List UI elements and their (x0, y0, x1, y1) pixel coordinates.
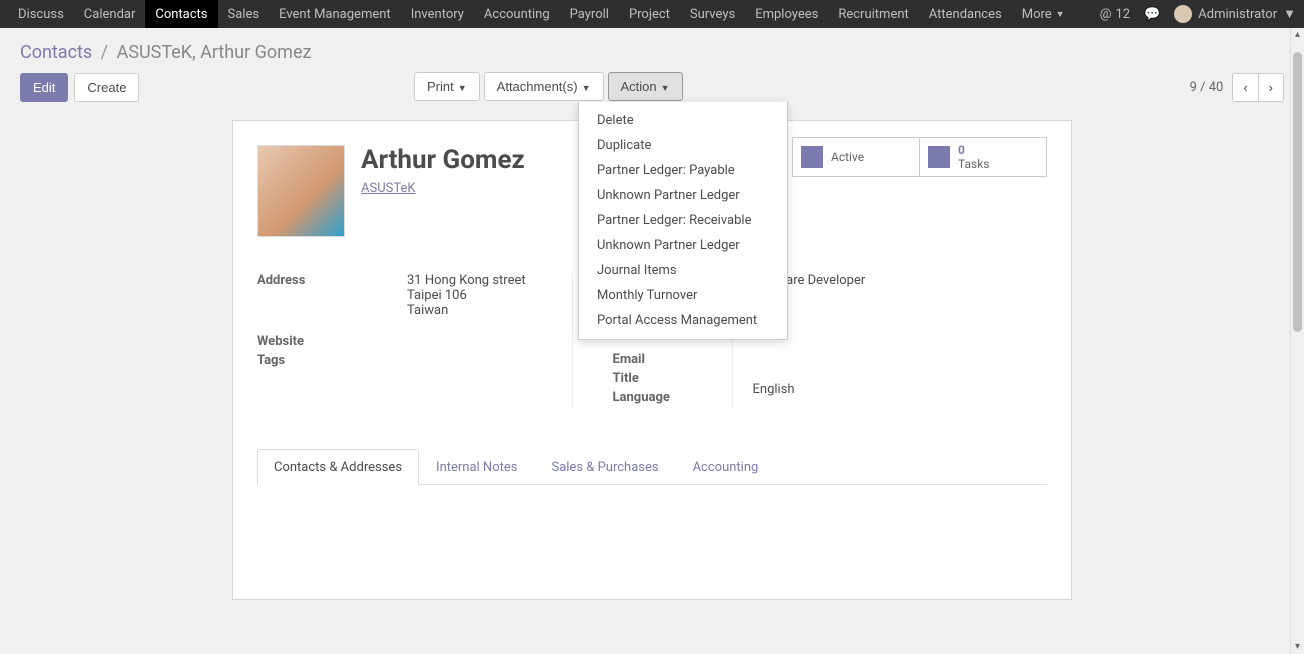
nav-inventory[interactable]: Inventory (401, 0, 474, 28)
scroll-down-icon[interactable]: ▾ (1291, 640, 1304, 654)
stat-active-label: Active (831, 150, 864, 164)
top-nav-right: @12 Administrator ▼ (1100, 5, 1296, 23)
value-address: 31 Hong Kong street Taipei 106 Taiwan (407, 273, 526, 318)
notification-badge[interactable]: @12 (1100, 7, 1130, 22)
stat-tasks-label: Tasks (958, 157, 990, 171)
scrollbar-thumb[interactable] (1293, 52, 1302, 332)
vertical-scrollbar[interactable]: ▴ ▾ (1290, 28, 1304, 654)
stat-tasks-count: 0 (958, 143, 990, 157)
breadcrumb-separator: / (101, 42, 108, 63)
attachments-button[interactable]: Attachment(s) ▼ (484, 72, 604, 101)
top-nav-left: Discuss Calendar Contacts Sales Event Ma… (8, 0, 1075, 28)
caret-down-icon: ▼ (1283, 6, 1296, 22)
avatar-icon (1174, 5, 1192, 23)
address-line-2: Taipei 106 (407, 288, 526, 303)
chat-icon[interactable] (1144, 7, 1160, 22)
page-area: Contacts / ASUSTeK, Arthur Gomez Edit Cr… (0, 28, 1304, 600)
nav-employees[interactable]: Employees (745, 0, 828, 28)
breadcrumb-current: ASUSTeK, Arthur Gomez (117, 42, 312, 63)
label-email: Email (613, 352, 712, 367)
nav-accounting[interactable]: Accounting (474, 0, 560, 28)
action-partner-ledger-receivable[interactable]: Partner Ledger: Receivable (579, 208, 787, 233)
action-dropdown: Delete Duplicate Partner Ledger: Payable… (578, 102, 788, 340)
archive-icon (801, 146, 823, 168)
controls-center: Print ▼ Attachment(s) ▼ Action ▼ (414, 72, 683, 101)
value-language: English (753, 382, 1048, 397)
title-block: Arthur Gomez ASUSTeK (361, 145, 525, 196)
caret-down-icon: ▼ (661, 83, 670, 93)
action-portal-access[interactable]: Portal Access Management (579, 308, 787, 333)
action-delete[interactable]: Delete (579, 108, 787, 133)
company-link[interactable]: ASUSTeK (361, 181, 416, 196)
caret-down-icon: ▼ (582, 83, 591, 93)
controls-right: 9 / 40 ‹ › (1190, 73, 1284, 102)
tab-internal-notes[interactable]: Internal Notes (419, 449, 534, 485)
nav-calendar[interactable]: Calendar (74, 0, 146, 28)
print-button[interactable]: Print ▼ (414, 72, 480, 101)
user-menu[interactable]: Administrator ▼ (1174, 5, 1296, 23)
action-label: Action (621, 79, 657, 94)
tasks-icon (928, 146, 950, 168)
nav-attendances[interactable]: Attendances (919, 0, 1012, 28)
breadcrumb: Contacts / ASUSTeK, Arthur Gomez (20, 42, 1284, 63)
value-job-position: Software Developer (753, 273, 1048, 288)
nav-event-management[interactable]: Event Management (269, 0, 401, 28)
tab-contacts-addresses[interactable]: Contacts & Addresses (257, 449, 419, 485)
nav-recruitment[interactable]: Recruitment (828, 0, 918, 28)
breadcrumb-root[interactable]: Contacts (20, 42, 92, 63)
nav-surveys[interactable]: Surveys (680, 0, 745, 28)
address-line-1: 31 Hong Kong street (407, 273, 526, 288)
nav-more[interactable]: More ▼ (1012, 0, 1075, 28)
at-icon: @ (1100, 7, 1112, 22)
label-title: Title (613, 371, 712, 386)
stat-active-button[interactable]: Active (792, 137, 920, 177)
pager-text: 9 / 40 (1190, 80, 1224, 95)
user-name: Administrator (1198, 7, 1277, 22)
tab-accounting[interactable]: Accounting (676, 449, 776, 485)
tabs: Contacts & Addresses Internal Notes Sale… (257, 449, 1047, 485)
tab-sales-purchases[interactable]: Sales & Purchases (534, 449, 675, 485)
pager-prev-button[interactable]: ‹ (1232, 73, 1258, 102)
pager-next-button[interactable]: › (1258, 73, 1284, 102)
contact-name: Arthur Gomez (361, 145, 525, 175)
label-website: Website (257, 334, 552, 349)
stat-buttons: Active 0 Tasks (793, 137, 1047, 177)
label-address: Address (257, 273, 407, 318)
controls-left: Edit Create (20, 73, 139, 102)
stat-tasks-button[interactable]: 0 Tasks (919, 137, 1047, 177)
edit-button[interactable]: Edit (20, 73, 68, 102)
nav-project[interactable]: Project (619, 0, 680, 28)
action-duplicate[interactable]: Duplicate (579, 133, 787, 158)
scroll-up-icon[interactable]: ▴ (1291, 28, 1304, 42)
notification-count: 12 (1115, 7, 1130, 22)
nav-contacts[interactable]: Contacts (145, 0, 217, 28)
contact-photo[interactable] (257, 145, 345, 237)
nav-payroll[interactable]: Payroll (560, 0, 619, 28)
create-button[interactable]: Create (74, 73, 139, 102)
action-partner-ledger-payable[interactable]: Partner Ledger: Payable (579, 158, 787, 183)
label-tags: Tags (257, 353, 552, 368)
action-unknown-partner-ledger-2[interactable]: Unknown Partner Ledger (579, 233, 787, 258)
caret-down-icon: ▼ (1056, 9, 1065, 20)
fields-col-left: Address 31 Hong Kong street Taipei 106 T… (257, 273, 573, 409)
nav-discuss[interactable]: Discuss (8, 0, 74, 28)
action-button[interactable]: Action ▼ (608, 72, 683, 101)
nav-sales[interactable]: Sales (218, 0, 270, 28)
attachments-label: Attachment(s) (497, 79, 578, 94)
pager-buttons: ‹ › (1233, 73, 1284, 102)
label-language: Language (613, 390, 712, 405)
caret-down-icon: ▼ (458, 83, 467, 93)
action-journal-items[interactable]: Journal Items (579, 258, 787, 283)
action-monthly-turnover[interactable]: Monthly Turnover (579, 283, 787, 308)
action-unknown-partner-ledger-1[interactable]: Unknown Partner Ledger (579, 183, 787, 208)
print-label: Print (427, 79, 454, 94)
top-nav: Discuss Calendar Contacts Sales Event Ma… (0, 0, 1304, 28)
nav-more-label: More (1022, 7, 1052, 22)
address-line-3: Taiwan (407, 303, 526, 318)
